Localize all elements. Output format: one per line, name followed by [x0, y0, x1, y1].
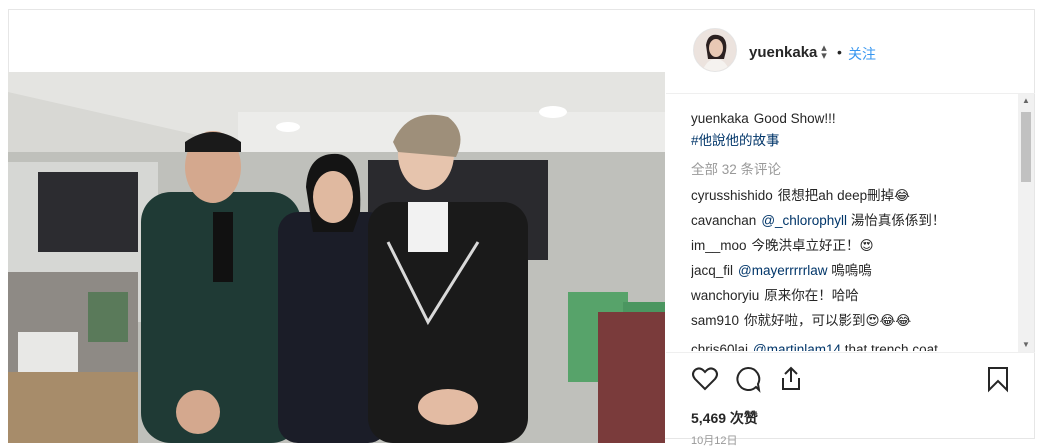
scrollbar-thumb[interactable]: [1021, 112, 1031, 182]
comment-row: im__moo 今晚洪卓立好正！😍: [691, 234, 874, 254]
comment-username[interactable]: wanchoryiu: [691, 288, 759, 303]
post-side-panel: yuenkaka ▴ ▾ • 关注 yuenkaka Good Show!!! #他…: [666, 9, 1035, 447]
caption-hashtag-row: #他說他的故事: [691, 129, 780, 149]
caption-hashtag[interactable]: #他說他的故事: [691, 133, 780, 148]
comment-row: wanchoryiu 原来你在！哈哈: [691, 284, 859, 304]
follow-button[interactable]: 关注: [848, 44, 876, 64]
scroll-up-icon[interactable]: ▲: [1018, 94, 1034, 108]
header-username[interactable]: yuenkaka: [749, 44, 817, 61]
comment-mention[interactable]: @mayerrrrrlaw: [738, 263, 827, 278]
comments-list: yuenkaka Good Show!!! #他說他的故事 全部 32 条评论 c…: [691, 109, 1017, 351]
comment-text: 嗚嗚嗚: [831, 263, 872, 278]
comment-text: 你就好啦，可以影到😍😂😂: [744, 313, 912, 328]
comment-username[interactable]: cyrusshishido: [691, 188, 773, 203]
comment-text: 湯怡真係係到！: [850, 213, 946, 228]
post-photo[interactable]: [8, 72, 665, 443]
comment-username[interactable]: jacq_fil: [691, 263, 733, 278]
comment-username[interactable]: chris60lai: [691, 342, 748, 351]
comment-username[interactable]: sam910: [691, 313, 739, 328]
avatar-image: [694, 29, 736, 71]
view-all-comments-link[interactable]: 全部 32 条评论: [691, 158, 781, 178]
comment-username[interactable]: cavanchan: [691, 213, 756, 228]
avatar[interactable]: [693, 28, 737, 72]
post-date: 10月12日: [691, 435, 738, 447]
comment-text: that trench coat: [844, 342, 938, 351]
sort-arrows-icon: ▴ ▾: [821, 42, 827, 62]
post-header: yuenkaka ▴ ▾ • 关注: [666, 9, 1035, 94]
comment-row: sam910 你就好啦，可以影到😍😂😂: [691, 309, 911, 329]
comment-text: 很想把ah deep刪掉😂: [777, 188, 910, 203]
comment-text: 今晚洪卓立好正！😍: [751, 238, 874, 253]
comment-mention[interactable]: @_chlorophyll: [761, 213, 847, 228]
heart-icon[interactable]: [691, 365, 719, 393]
share-icon[interactable]: [777, 365, 805, 393]
comment-mention[interactable]: @martinlam14: [753, 342, 841, 351]
comments-scrollbar[interactable]: ▲ ▼: [1018, 94, 1034, 352]
likes-count[interactable]: 5,469 次赞: [691, 408, 758, 428]
photo-image: [8, 72, 665, 443]
comment-row: cavanchan @_chlorophyll 湯怡真係係到！: [691, 209, 945, 229]
comment-text: 原来你在！哈哈: [764, 288, 859, 303]
comment-icon[interactable]: [734, 365, 762, 393]
separator-dot: •: [837, 44, 842, 60]
comment-row: chris60lai @martinlam14 that trench coat: [691, 342, 938, 351]
caption: yuenkaka Good Show!!!: [691, 111, 836, 126]
scroll-down-icon[interactable]: ▼: [1018, 338, 1034, 352]
comment-row: cyrusshishido 很想把ah deep刪掉😂: [691, 184, 910, 204]
caption-username[interactable]: yuenkaka: [691, 111, 749, 126]
post-actions: 5,469 次赞 10月12日: [666, 352, 1035, 447]
comment-username[interactable]: im__moo: [691, 238, 747, 253]
comment-row: jacq_fil @mayerrrrrlaw 嗚嗚嗚: [691, 259, 872, 279]
bookmark-icon[interactable]: [984, 365, 1012, 393]
caption-text: Good Show!!!: [753, 111, 836, 126]
